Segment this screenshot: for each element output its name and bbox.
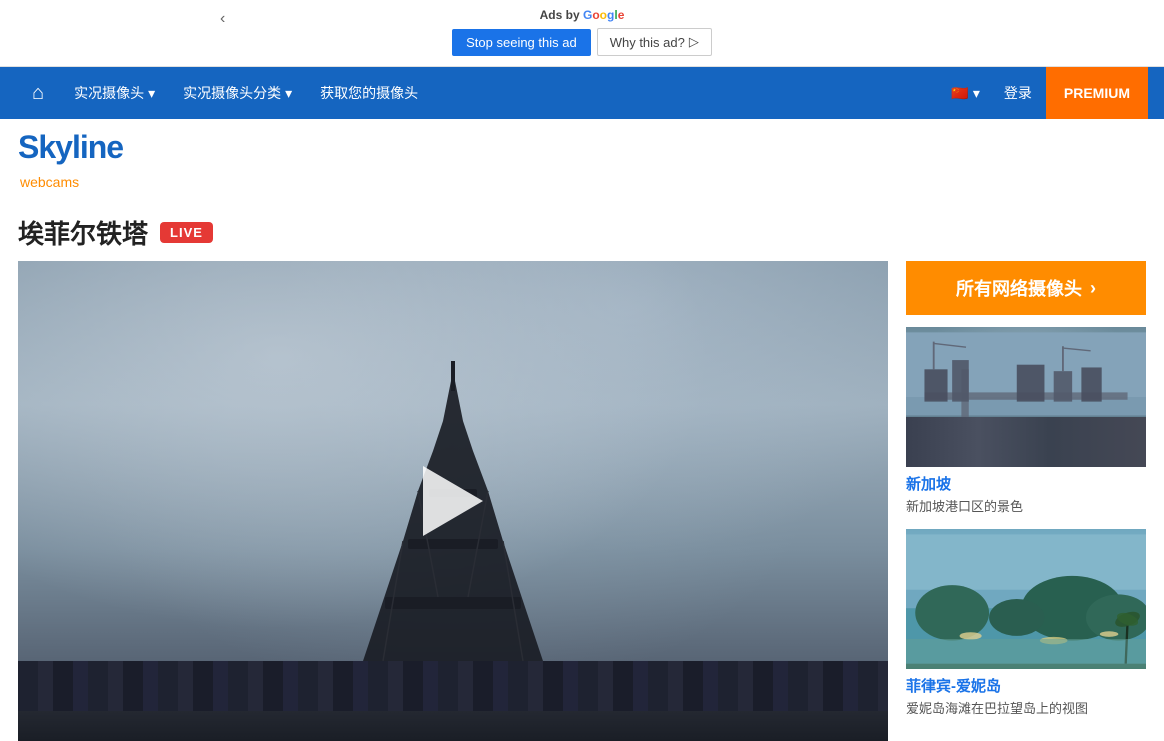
logo[interactable]: Skyline webcams — [18, 129, 123, 190]
sidebar: 所有网络摄像头 › — [906, 261, 1146, 741]
nav-login-button[interactable]: 登录 — [990, 83, 1046, 103]
philippines-thumbnail[interactable] — [906, 529, 1146, 669]
home-icon: ⌂ — [32, 82, 44, 105]
main-layout: 所有网络摄像头 › — [0, 261, 1164, 741]
flag-icon: 🇨🇳 — [951, 85, 968, 102]
navbar: ⌂ 实况摄像头 ▾ 实况摄像头分类 ▾ 获取您的摄像头 🇨🇳 ▾ 登录 PREM… — [0, 67, 1164, 119]
page-title: 埃菲尔铁塔 — [18, 214, 148, 251]
singapore-thumbnail[interactable] — [906, 327, 1146, 467]
stop-seeing-ad-button[interactable]: Stop seeing this ad — [452, 29, 591, 56]
logo-webcams-text: webcams — [20, 174, 123, 190]
singapore-title[interactable]: 新加坡 — [906, 473, 1146, 494]
logo-skyline-text: Skyline — [18, 129, 123, 165]
philippines-svg — [906, 529, 1146, 669]
live-badge: LIVE — [160, 222, 213, 243]
logo-area: Skyline webcams — [0, 119, 1164, 200]
all-webcams-arrow-icon: › — [1090, 278, 1096, 299]
nav-camera-categories[interactable]: 实况摄像头分类 ▾ — [169, 67, 306, 119]
ad-action-buttons: Stop seeing this ad Why this ad? ▷ — [452, 28, 712, 56]
philippines-title[interactable]: 菲律宾-爱妮岛 — [906, 675, 1146, 696]
video-player[interactable] — [18, 261, 888, 741]
dropdown-arrow-icon: ▾ — [148, 85, 155, 102]
dropdown-arrow-icon-2: ▾ — [285, 85, 292, 102]
nav-premium-button[interactable]: PREMIUM — [1046, 67, 1148, 119]
buildings-silhouette — [18, 661, 888, 741]
sidebar-card-singapore: 新加坡 新加坡港口区的景色 — [906, 327, 1146, 517]
why-ad-icon: ▷ — [689, 34, 699, 50]
nav-live-cameras[interactable]: 实况摄像头 ▾ — [60, 67, 169, 119]
nav-get-camera[interactable]: 获取您的摄像头 — [306, 67, 432, 119]
philippines-description: 爱妮岛海滩在巴拉望岛上的视图 — [906, 698, 1146, 717]
singapore-svg — [906, 327, 1146, 467]
nav-home-button[interactable]: ⌂ — [16, 82, 60, 105]
why-this-ad-button[interactable]: Why this ad? ▷ — [597, 28, 712, 56]
sidebar-card-philippines: 菲律宾-爱妮岛 爱妮岛海滩在巴拉望岛上的视图 — [906, 529, 1146, 719]
nav-language-selector[interactable]: 🇨🇳 ▾ — [941, 85, 989, 102]
all-webcams-button[interactable]: 所有网络摄像头 › — [906, 261, 1146, 315]
ads-by-google-label: Ads by Google — [540, 8, 625, 22]
ad-bar: ‹ Ads by Google Stop seeing this ad Why … — [0, 0, 1164, 67]
flag-dropdown-arrow: ▾ — [973, 85, 980, 102]
philippines-card-info: 菲律宾-爱妮岛 爱妮岛海滩在巴拉望岛上的视图 — [906, 669, 1146, 719]
page-title-bar: 埃菲尔铁塔 LIVE — [0, 200, 1164, 261]
back-arrow[interactable]: ‹ — [220, 10, 225, 28]
singapore-card-info: 新加坡 新加坡港口区的景色 — [906, 467, 1146, 517]
singapore-description: 新加坡港口区的景色 — [906, 496, 1146, 515]
play-button[interactable] — [423, 466, 483, 536]
